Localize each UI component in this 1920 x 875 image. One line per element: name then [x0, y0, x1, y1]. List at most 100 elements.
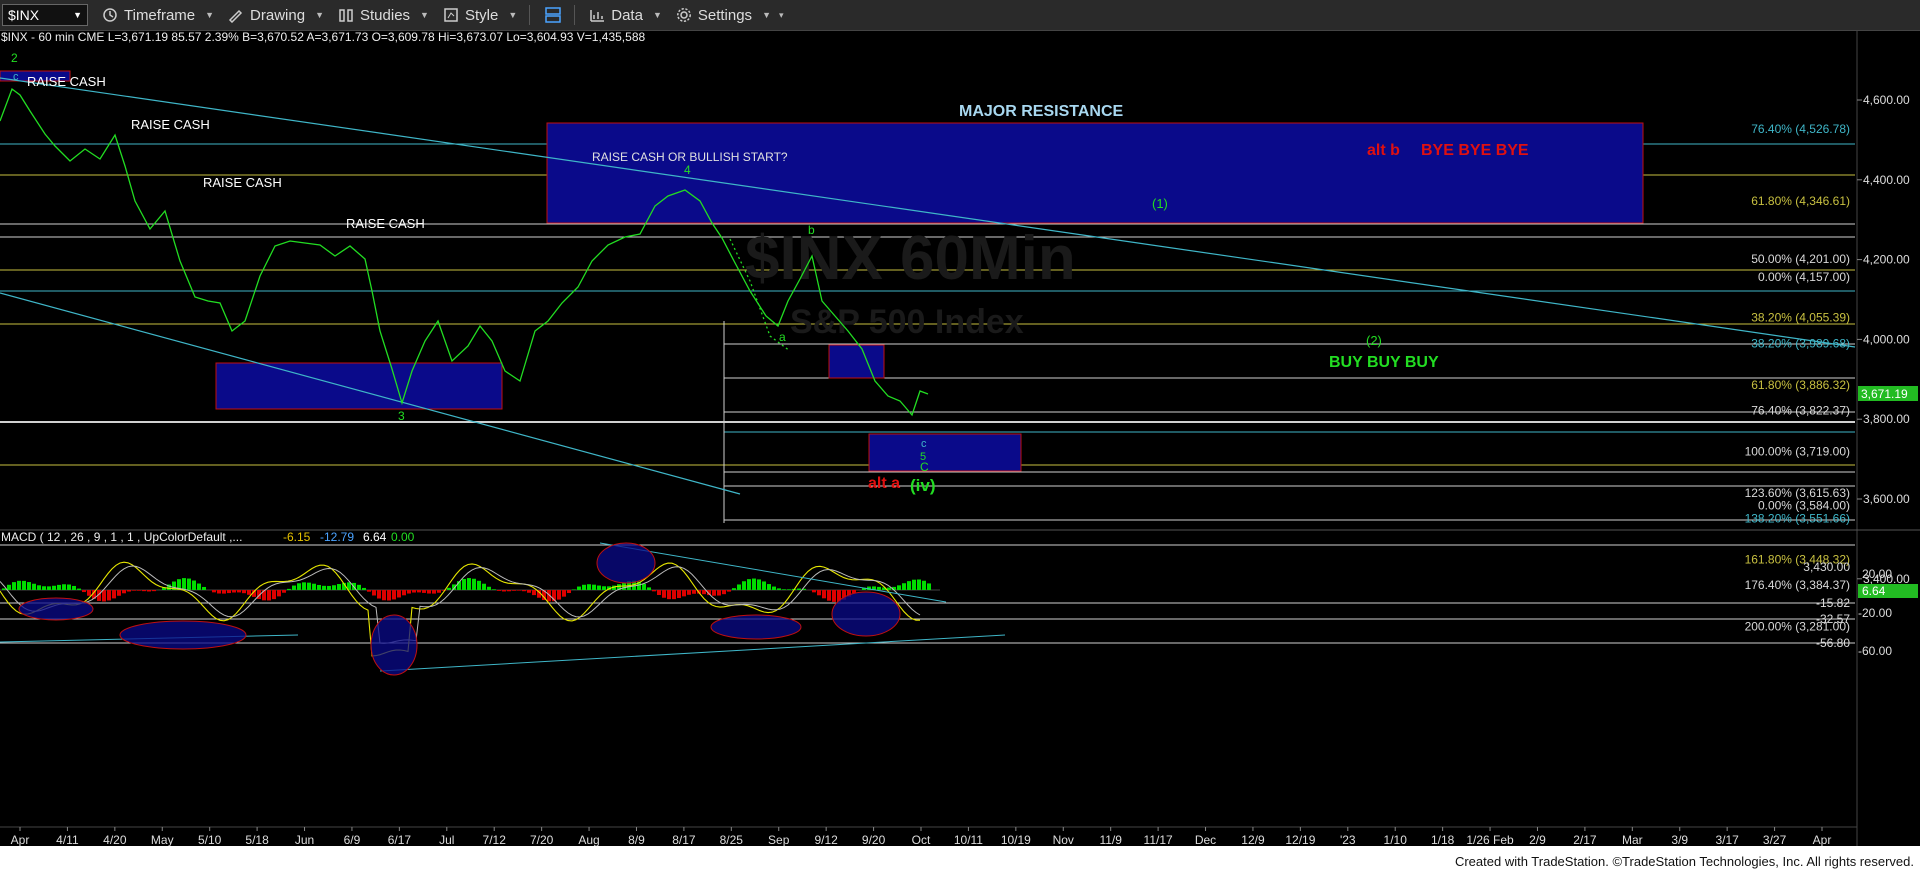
histogram-bar	[297, 583, 301, 590]
histogram-bar	[827, 590, 831, 601]
histogram-bar	[367, 590, 371, 592]
macd-divergence-ellipse[interactable]	[831, 591, 901, 637]
time-axis-label: Nov	[1053, 833, 1074, 846]
chart-area[interactable]: $INX 60Min S&P 500 Index RAISE CASH RAIS…	[0, 31, 1920, 846]
fib-label-group: 76.40% (4,526.78) 61.80% (4,346.61) 50.00%…	[1745, 122, 1851, 633]
histogram-bar	[682, 590, 686, 597]
histogram-bar	[752, 578, 756, 590]
macd-panel: MACD ( 12 , 26 , 9 , 1 , 1 , UpColorDefa…	[0, 529, 1920, 676]
time-axis-label: 8/25	[720, 833, 744, 846]
macd-divergence-ellipse[interactable]	[370, 614, 418, 676]
wave-zone-small[interactable]	[828, 344, 885, 379]
macd-value-4: 0.00	[391, 530, 415, 544]
histogram-bar	[762, 581, 766, 590]
histogram-bar	[202, 586, 206, 590]
macd-axis-label: -20.00	[1858, 606, 1892, 620]
time-axis-label: 1/26 Feb	[1466, 833, 1514, 846]
histogram-bar	[787, 589, 791, 590]
histogram-bar	[702, 590, 706, 595]
histogram-bar	[327, 585, 331, 590]
macd-axis-label: -60.00	[1858, 644, 1892, 658]
support-zone[interactable]	[215, 362, 503, 410]
histogram-bar	[417, 590, 421, 593]
fib-label: 100.00% (3,719.00)	[1745, 445, 1850, 459]
time-axis-label: 1/10	[1384, 833, 1408, 846]
histogram-bar	[322, 585, 326, 590]
histogram-bar	[197, 583, 201, 590]
histogram-bar	[387, 590, 391, 601]
price-axis-label: 4,000.00	[1863, 332, 1910, 346]
style-label: Style	[464, 6, 499, 24]
histogram-bar	[577, 586, 581, 590]
time-axis-label: 9/20	[862, 833, 886, 846]
toolbar: $INX ▼ Timeframe ▼ Drawing ▼ Studies ▼ Styl…	[0, 0, 1920, 31]
histogram-bar	[407, 590, 411, 594]
gear-icon	[676, 8, 691, 22]
price-chart-svg[interactable]: $INX 60Min S&P 500 Index RAISE CASH RAIS…	[0, 31, 1920, 846]
histogram-bar	[132, 590, 136, 591]
histogram-bar	[47, 586, 51, 590]
symbol-selector[interactable]: $INX ▼	[2, 4, 88, 26]
histogram-bar	[722, 590, 726, 595]
data-menu[interactable]: Data ▼	[589, 7, 662, 24]
style-menu[interactable]: Style ▼	[443, 7, 517, 24]
histogram-bar	[377, 590, 381, 599]
histogram-bar	[912, 579, 916, 590]
copyright-text: Created with TradeStation. ©TradeStation…	[1454, 854, 1914, 869]
histogram-bar	[392, 590, 396, 600]
histogram-bar	[287, 588, 291, 590]
histogram-bar	[307, 582, 311, 590]
histogram-bar	[137, 590, 141, 591]
macd-divergence-ellipse[interactable]	[18, 597, 94, 621]
histogram-bar	[712, 590, 716, 596]
histogram-bar	[517, 590, 521, 591]
macd-level-label: -32.57	[1816, 612, 1850, 626]
timeframe-menu[interactable]: Timeframe ▼	[102, 7, 214, 24]
time-axis-label: Mar	[1622, 833, 1643, 846]
histogram-bar	[522, 590, 526, 592]
histogram-bar	[247, 590, 251, 595]
histogram-bar	[402, 590, 406, 596]
settings-menu[interactable]: Settings ▼	[676, 7, 771, 24]
time-axis-label: 3/9	[1671, 833, 1688, 846]
histogram-bar	[887, 587, 891, 590]
annotation-major-resistance: MAJOR RESISTANCE	[959, 103, 1123, 120]
macd-trendline[interactable]	[379, 634, 1006, 672]
macd-divergence-ellipse[interactable]	[710, 614, 802, 640]
annotation-alt-a: alt a	[868, 475, 900, 492]
time-axis-label: Jul	[439, 833, 454, 846]
drawing-menu[interactable]: Drawing ▼	[228, 7, 324, 24]
time-axis-label: Dec	[1195, 833, 1216, 846]
toolbar-overflow-icon[interactable]: ▾	[779, 10, 784, 21]
caret-icon: ▼	[762, 10, 771, 20]
histogram-bar	[567, 590, 571, 594]
histogram-bar	[652, 590, 656, 592]
time-axis-label: 8/17	[672, 833, 696, 846]
studies-menu[interactable]: Studies ▼	[338, 7, 429, 24]
fib-label: 3,430.00	[1803, 560, 1850, 574]
layout-button[interactable]	[544, 6, 562, 24]
histogram-bar	[467, 578, 471, 590]
target-zone[interactable]	[868, 433, 1022, 472]
data-label: Data	[611, 6, 643, 24]
fib-label: 76.40% (3,822.37)	[1751, 403, 1850, 417]
histogram-bar	[2, 588, 6, 590]
time-axis-label: 12/9	[1241, 833, 1265, 846]
histogram-bar	[42, 586, 46, 590]
histogram-bar	[502, 590, 506, 592]
resistance-zone[interactable]	[546, 122, 1644, 224]
price-axis-label: 4,600.00	[1863, 93, 1910, 107]
histogram-bar	[77, 588, 81, 590]
time-axis-label: 2/17	[1573, 833, 1597, 846]
time-axis-label: 8/9	[628, 833, 645, 846]
macd-divergence-ellipse[interactable]	[596, 542, 656, 584]
time-axis-label: 7/12	[483, 833, 507, 846]
histogram-bar	[917, 579, 921, 590]
histogram-bar	[27, 582, 31, 590]
histogram-bar	[102, 590, 106, 602]
lower-trendline[interactable]	[0, 292, 741, 495]
histogram-bar	[692, 590, 696, 594]
histogram-bar	[512, 590, 516, 591]
histogram-bar	[422, 590, 426, 593]
macd-divergence-ellipse[interactable]	[119, 620, 247, 650]
